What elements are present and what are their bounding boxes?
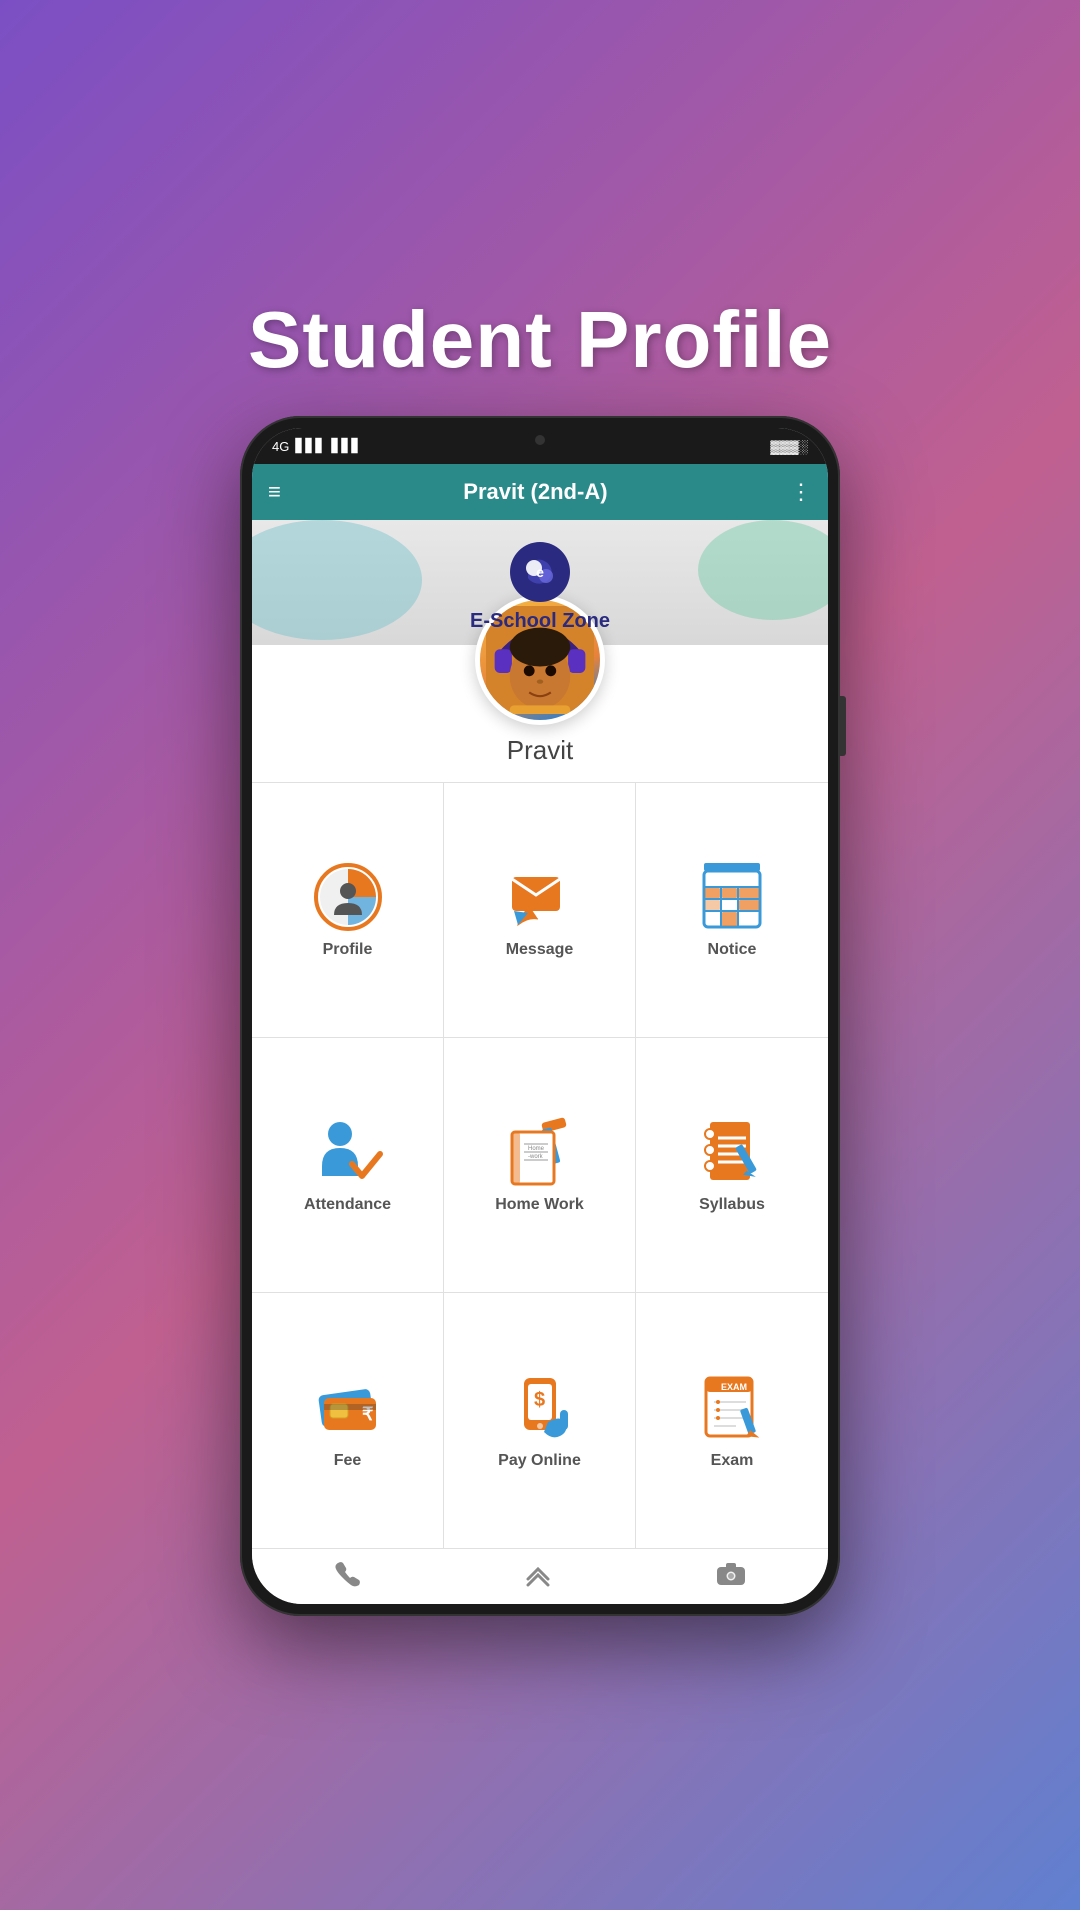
status-bar-left: 4G ▋▋▋ ▋▋▋ xyxy=(272,438,361,454)
message-label: Message xyxy=(506,941,574,959)
menu-item-exam[interactable]: EXAM Exam xyxy=(636,1293,828,1548)
attendance-label: Attendance xyxy=(304,1196,391,1214)
fee-icon: ₹ xyxy=(312,1372,384,1444)
menu-item-fee[interactable]: ₹ Fee xyxy=(252,1293,444,1548)
menu-item-payonline[interactable]: $ Pay Online xyxy=(444,1293,636,1548)
exam-label: Exam xyxy=(711,1452,754,1470)
svg-text:Home: Home xyxy=(528,1146,545,1152)
camera-icon[interactable] xyxy=(715,1559,747,1594)
notice-label: Notice xyxy=(708,941,757,959)
menu-item-attendance[interactable]: Attendance xyxy=(252,1038,444,1293)
bottom-nav xyxy=(252,1548,828,1604)
front-camera xyxy=(535,435,545,445)
menu-item-syllabus[interactable]: Syllabus xyxy=(636,1038,828,1293)
menu-item-message[interactable]: Message xyxy=(444,783,636,1038)
menu-item-notice[interactable]: Notice xyxy=(636,783,828,1038)
battery-indicator: ▓▓▓░ xyxy=(770,439,808,454)
exam-icon: EXAM xyxy=(696,1372,768,1444)
svg-text:$: $ xyxy=(534,1389,545,1411)
header-section: e E-School Zone xyxy=(252,520,828,645)
school-name: E-School Zone xyxy=(470,610,610,633)
syllabus-label: Syllabus xyxy=(699,1196,765,1214)
notch xyxy=(495,428,585,452)
fee-label: Fee xyxy=(334,1452,362,1470)
side-button xyxy=(840,696,846,756)
profile-section: Pravit xyxy=(252,645,828,782)
bg-shape-1 xyxy=(252,520,422,640)
attendance-icon xyxy=(312,1116,384,1188)
payonline-label: Pay Online xyxy=(498,1452,581,1470)
svg-text:-work: -work xyxy=(528,1154,544,1160)
homework-label: Home Work xyxy=(495,1196,584,1214)
payonline-icon: $ xyxy=(504,1372,576,1444)
signal-bars: ▋▋▋ xyxy=(295,438,325,454)
phone-screen: 4G ▋▋▋ ▋▋▋ ▓▓▓░ ≡ Pravit (2nd-A) ⋮ xyxy=(252,428,828,1604)
signal-bars2: ▋▋▋ xyxy=(331,438,361,454)
more-options-icon[interactable]: ⋮ xyxy=(790,479,812,505)
signal-text: 4G xyxy=(272,439,289,454)
notice-icon xyxy=(696,861,768,933)
page-title: Student Profile xyxy=(248,294,832,386)
nav-title: Pravit (2nd-A) xyxy=(463,479,607,505)
phone-icon[interactable] xyxy=(333,1559,361,1594)
menu-item-profile[interactable]: Profile xyxy=(252,783,444,1038)
homework-icon: Home -work xyxy=(504,1116,576,1188)
bg-shape-2 xyxy=(698,520,828,620)
hamburger-menu-icon[interactable]: ≡ xyxy=(268,479,281,505)
phone-shell: 4G ▋▋▋ ▋▋▋ ▓▓▓░ ≡ Pravit (2nd-A) ⋮ xyxy=(240,416,840,1616)
up-arrow-icon[interactable] xyxy=(522,1559,554,1594)
syllabus-icon xyxy=(696,1116,768,1188)
student-name: Pravit xyxy=(507,735,573,766)
status-bar: 4G ▋▋▋ ▋▋▋ ▓▓▓░ xyxy=(252,428,828,464)
message-icon xyxy=(504,861,576,933)
svg-text:EXAM: EXAM xyxy=(721,1382,747,1392)
profile-icon xyxy=(312,861,384,933)
menu-item-homework[interactable]: Home -work Home Work xyxy=(444,1038,636,1293)
svg-text:e: e xyxy=(536,564,544,580)
profile-label: Profile xyxy=(323,941,373,959)
school-logo-icon: e xyxy=(508,540,572,604)
top-nav: ≡ Pravit (2nd-A) ⋮ xyxy=(252,464,828,520)
grid-menu: Profile Message xyxy=(252,782,828,1548)
